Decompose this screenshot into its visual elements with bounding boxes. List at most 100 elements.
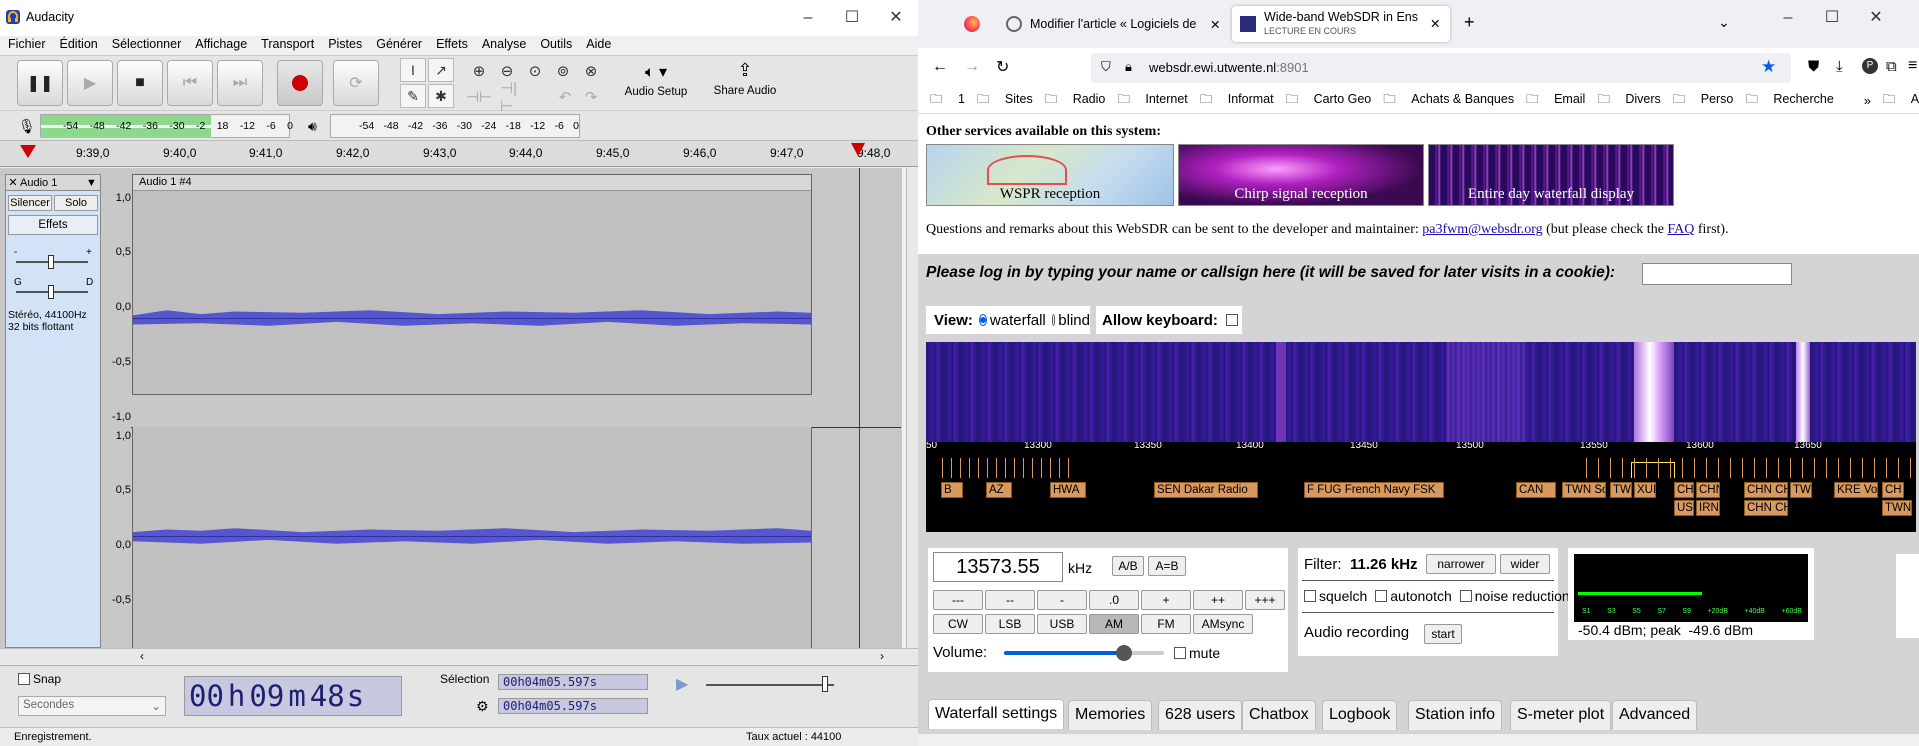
squelch-checkbox[interactable] [1304,590,1316,602]
close-icon[interactable]: ✕ [1854,0,1898,36]
pause-button[interactable]: ❚❚ [17,60,63,106]
tab-websdr[interactable]: Wide-band WebSDR in Enschede LECTURE EN … [1232,6,1450,42]
station-label[interactable]: F FUG French Navy FSK [1304,482,1444,498]
snap-checkbox-box[interactable] [18,673,30,685]
volume-slider[interactable] [1004,645,1164,661]
bookmark-folder[interactable]: 🗀 Radio [1045,90,1106,111]
station-label[interactable]: US [1674,500,1694,516]
lock-icon[interactable]: 🔒︎ [1125,59,1132,75]
station-label[interactable]: XUI [1634,482,1656,498]
timeline-ruler[interactable]: 9:39,0 9:40,0 9:41,0 9:42,0 9:43,0 9:44,… [0,141,918,167]
maximize-icon[interactable]: ☐ [830,0,874,36]
menu-outils[interactable]: Outils [540,37,572,51]
radio-blind[interactable] [1051,314,1056,326]
back-icon[interactable]: ← [932,58,948,76]
maximize-icon[interactable]: ☐ [1810,0,1854,36]
menu-aide[interactable]: Aide [586,37,611,51]
download-icon[interactable]: ⤓ [1836,58,1843,75]
mode-fm-button[interactable]: FM [1141,614,1191,634]
zoom-toggle-button[interactable]: ⊗ [578,59,604,83]
horizontal-scrollbar[interactable]: ‹ › [0,648,918,664]
tab-modifier-article[interactable]: Modifier l'article « Logiciels de ✕ [1006,6,1228,42]
play-at-speed-icon[interactable]: ▶ [676,674,688,694]
radio-waterfall[interactable] [978,314,987,326]
station-label[interactable]: B [941,482,963,498]
clip-name[interactable]: Audio 1 #4 [133,175,811,191]
tab-smeter-plot[interactable]: S-meter plot [1510,700,1612,730]
track-name[interactable]: Audio 1 [20,177,86,189]
tab-waterfall-settings[interactable]: Waterfall settings [928,699,1065,729]
bookmark-folder[interactable]: 🗀 Sites [977,90,1033,111]
menu-affichage[interactable]: Affichage [195,37,247,51]
mode-am-button[interactable]: AM [1089,614,1139,634]
menu-analyse[interactable]: Analyse [482,37,526,51]
step-button[interactable]: + [1141,590,1191,610]
track-close-icon[interactable]: ✕ [6,176,20,189]
zoom-in-button[interactable]: ⊕ [466,59,492,83]
bookmark-folder[interactable]: 🗀 Recherche [1745,90,1833,111]
station-label[interactable]: IRN [1696,500,1720,516]
bookmark-folder[interactable]: 🗀 Perso [1673,90,1734,111]
pocket-icon[interactable]: ⛊ [1808,58,1819,75]
vertical-scrollbar[interactable] [906,168,918,648]
frequency-scale[interactable]: 50 13300 13350 13400 13450 13500 13550 1… [926,442,1916,532]
track-menu-icon[interactable]: ▼ [86,177,100,189]
stop-button[interactable]: ■ [117,60,163,106]
bookmarks-overflow-icon[interactable]: » [1864,94,1871,108]
station-label[interactable]: CAN [1516,482,1556,498]
multi-tool[interactable]: ✱ [428,84,454,108]
tab-advanced[interactable]: Advanced [1612,700,1698,730]
frequency-input[interactable]: 13573.55 [933,552,1063,582]
time-display[interactable]: 00 h 09 m 48 s [184,676,402,716]
play-button[interactable]: ▶ [67,60,113,106]
station-label[interactable]: SEN Dakar Radio [1154,482,1258,498]
chirp-service-link[interactable]: Chirp signal reception [1178,144,1424,206]
volume-slider-thumb[interactable] [1116,645,1132,661]
station-label[interactable]: HWA [1050,482,1086,498]
ab-button[interactable]: A/B [1112,556,1144,576]
mode-cw-button[interactable]: CW [933,614,983,634]
reload-icon[interactable]: ↻ [996,57,1009,77]
tab-users[interactable]: 628 users [1158,700,1243,730]
wider-button[interactable]: wider [1500,554,1550,574]
mode-lsb-button[interactable]: LSB [985,614,1035,634]
envelope-tool[interactable]: ↗ [428,58,454,82]
playback-meter[interactable]: -54 -48 -42 -36 -30 -24 -18 -12 -6 0 [330,114,580,138]
scroll-right-icon[interactable]: › [880,649,884,663]
waveform-left-channel[interactable]: Audio 1 #4 [132,174,812,395]
record-button[interactable] [277,60,323,106]
station-label[interactable]: CH [1674,482,1694,498]
menu-pistes[interactable]: Pistes [328,37,362,51]
silence-button[interactable]: ⊣|⊢ [500,80,526,115]
callsign-input[interactable] [1642,263,1792,285]
station-label[interactable]: CH [1882,482,1904,498]
mode-amsync-button[interactable]: AMsync [1193,614,1253,634]
play-speed-slider[interactable] [706,684,834,686]
narrower-button[interactable]: narrower [1426,554,1496,574]
close-icon[interactable]: ✕ [874,0,918,36]
station-label[interactable]: TWN So [1562,482,1606,498]
zoom-fit-button[interactable]: ⊚ [550,59,576,83]
station-label[interactable]: CHN CH [1744,500,1788,516]
mute-button[interactable]: Silencer [8,195,52,211]
step-button[interactable]: +++ [1245,590,1285,610]
station-label[interactable]: CHN [1696,482,1720,498]
draw-tool[interactable]: ✎ [400,84,426,108]
allow-keyboard-checkbox[interactable] [1225,314,1238,326]
trim-button[interactable]: ⊣⊢ [466,85,492,109]
new-tab-icon[interactable]: + [1464,12,1475,33]
menu-fichier[interactable]: Fichier [8,37,46,51]
selection-tool[interactable]: I [400,58,426,82]
close-tab-icon[interactable]: ✕ [1430,16,1440,31]
a-equals-b-button[interactable]: A=B [1148,556,1186,576]
bookmark-folder[interactable]: 🗀 Achats & Banques [1383,90,1514,111]
bookmark-star-icon[interactable]: ★ [1761,57,1776,77]
menu-icon[interactable]: ≡ [1908,57,1917,75]
step-button[interactable]: .0 [1089,590,1139,610]
selection-start-field[interactable]: 00h04m05.597s [498,674,648,690]
bookmark-folder[interactable]: 🗀 Carto Geo [1286,90,1372,111]
wspr-service-link[interactable]: WSPR reception [926,144,1174,206]
play-speed-thumb[interactable] [822,676,828,692]
step-button[interactable]: ++ [1193,590,1243,610]
account-avatar-icon[interactable]: P [1862,58,1878,74]
